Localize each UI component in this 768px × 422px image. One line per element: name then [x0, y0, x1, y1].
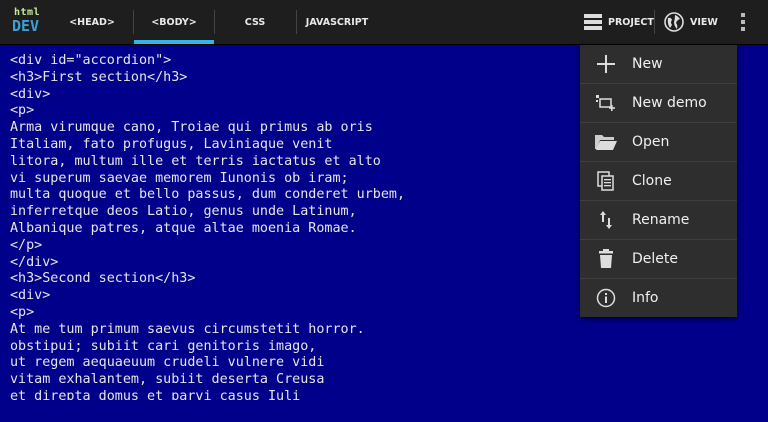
info-icon [580, 288, 632, 308]
trash-icon [580, 249, 632, 269]
logo-line2: DEV [12, 17, 40, 35]
menu-item-label: Clone [632, 173, 672, 189]
menu-item-label: Delete [632, 251, 678, 267]
menu-item-clone[interactable]: Clone [580, 162, 737, 201]
overflow-menu-icon[interactable] [726, 0, 760, 44]
project-label: PROJECT [608, 16, 654, 28]
action-divider [654, 10, 655, 34]
menu-item-label: Rename [632, 212, 690, 228]
copy-icon [580, 171, 632, 191]
menu-item-open[interactable]: Open [580, 123, 737, 162]
menu-item-info[interactable]: Info [580, 279, 737, 317]
menu-item-label: Info [632, 290, 659, 306]
toolbar: html DEV <HEAD> <BODY> CSS JAVASCRIPT PR… [0, 0, 768, 45]
menu-item-label: Open [632, 134, 670, 150]
tab-css[interactable]: CSS [215, 0, 295, 44]
project-button[interactable]: PROJECT [584, 0, 654, 44]
new-demo-icon [580, 94, 632, 112]
tab-head[interactable]: <HEAD> [52, 0, 132, 44]
menu-item-new[interactable]: New [580, 45, 737, 84]
rename-icon [580, 210, 632, 230]
tab-javascript[interactable]: JAVASCRIPT [297, 0, 377, 44]
folder-open-icon [580, 133, 632, 151]
plus-icon [580, 54, 632, 74]
view-button[interactable]: VIEW [664, 0, 718, 44]
project-menu: New New demo Open Clone Rename Delete In… [580, 45, 737, 317]
menu-item-label: New demo [632, 95, 707, 111]
menu-item-new-demo[interactable]: New demo [580, 84, 737, 123]
tab-body[interactable]: <BODY> [134, 0, 214, 44]
view-label: VIEW [690, 16, 718, 28]
menu-item-rename[interactable]: Rename [580, 201, 737, 240]
globe-icon [664, 12, 684, 32]
project-icon [584, 14, 602, 30]
menu-item-delete[interactable]: Delete [580, 240, 737, 279]
app-logo: html DEV [12, 8, 46, 36]
menu-item-label: New [632, 56, 663, 72]
